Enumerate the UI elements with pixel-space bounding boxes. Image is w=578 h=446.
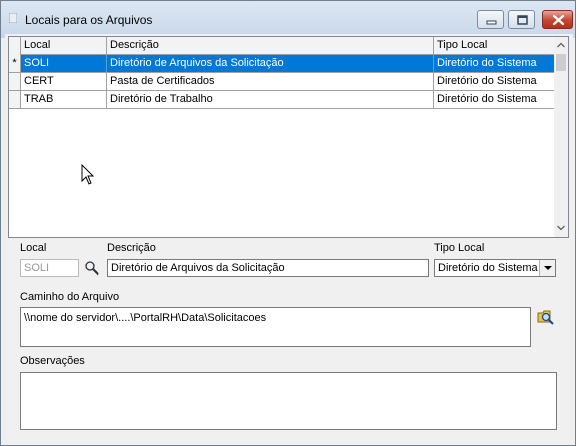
table-row[interactable]: * SOLI Diretório de Arquivos da Solicita… — [9, 55, 554, 73]
cell-local[interactable]: TRAB — [21, 91, 107, 108]
scroll-up-icon[interactable] — [554, 38, 568, 52]
app-icon — [9, 13, 17, 23]
table-row[interactable]: CERT Pasta de Certificados Diretório do … — [9, 73, 554, 91]
column-header-local[interactable]: Local — [21, 37, 107, 55]
cell-local[interactable]: SOLI — [21, 55, 107, 72]
mouse-cursor-icon — [81, 164, 95, 185]
minimize-button[interactable] — [477, 10, 504, 29]
window-client: Local Descrição Tipo Local * SOLI Diretó… — [5, 34, 573, 442]
grid-header: Local Descrição Tipo Local — [9, 37, 554, 55]
close-button[interactable] — [542, 10, 573, 29]
cell-descricao[interactable]: Diretório de Arquivos da Solicitação — [107, 55, 434, 72]
observacoes-label: Observações — [20, 355, 85, 367]
maximize-button[interactable] — [508, 10, 535, 29]
row-indicator — [9, 73, 21, 90]
caminho-field[interactable]: \\nome do servidor\....\PortalRH\Data\So… — [20, 307, 531, 347]
scroll-down-icon[interactable] — [554, 221, 568, 235]
cell-tipo-local[interactable]: Diretório do Sistema — [434, 91, 554, 108]
descricao-label: Descrição — [107, 242, 156, 254]
local-field: SOLI — [20, 259, 79, 277]
cell-descricao[interactable]: Diretório de Trabalho — [107, 91, 434, 108]
dropdown-button[interactable] — [539, 260, 555, 276]
descricao-field[interactable]: Diretório de Arquivos da Solicitação — [107, 259, 429, 277]
close-icon — [552, 14, 565, 26]
chevron-down-icon — [544, 266, 552, 270]
title-bar[interactable]: Locais para os Arquivos — [1, 1, 575, 38]
cell-local[interactable]: CERT — [21, 73, 107, 90]
scrollbar-thumb[interactable] — [556, 54, 566, 71]
tipo-local-select[interactable]: Diretório do Sistema — [434, 259, 556, 277]
row-indicator — [9, 91, 21, 108]
column-header-descricao[interactable]: Descrição — [107, 37, 434, 55]
window-title: Locais para os Arquivos — [25, 13, 153, 27]
caminho-label: Caminho do Arquivo — [20, 291, 120, 303]
local-label: Local — [20, 242, 47, 254]
cell-tipo-local[interactable]: Diretório do Sistema — [434, 55, 554, 72]
app-window: Locais para os Arquivos Local Descrição — [0, 0, 576, 446]
locations-grid[interactable]: Local Descrição Tipo Local * SOLI Diretó… — [8, 36, 569, 238]
table-row[interactable]: TRAB Diretório de Trabalho Diretório do … — [9, 91, 554, 109]
lookup-icon[interactable] — [83, 259, 101, 277]
observacoes-field[interactable] — [20, 372, 557, 430]
minimize-icon — [486, 20, 497, 25]
column-header-tipo-local[interactable]: Tipo Local — [434, 37, 554, 55]
caminho-value: \\nome do servidor\....\PortalRH\Data\So… — [24, 312, 267, 324]
grid-vertical-scrollbar[interactable] — [554, 37, 568, 237]
tipo-local-label: Tipo Local — [434, 242, 485, 254]
folder-search-icon[interactable] — [537, 308, 555, 326]
header-indicator — [9, 37, 21, 55]
tipo-local-value: Diretório do Sistema — [438, 262, 538, 274]
row-indicator: * — [9, 55, 21, 72]
maximize-icon — [517, 15, 528, 25]
cell-tipo-local[interactable]: Diretório do Sistema — [434, 73, 554, 90]
cell-descricao[interactable]: Pasta de Certificados — [107, 73, 434, 90]
